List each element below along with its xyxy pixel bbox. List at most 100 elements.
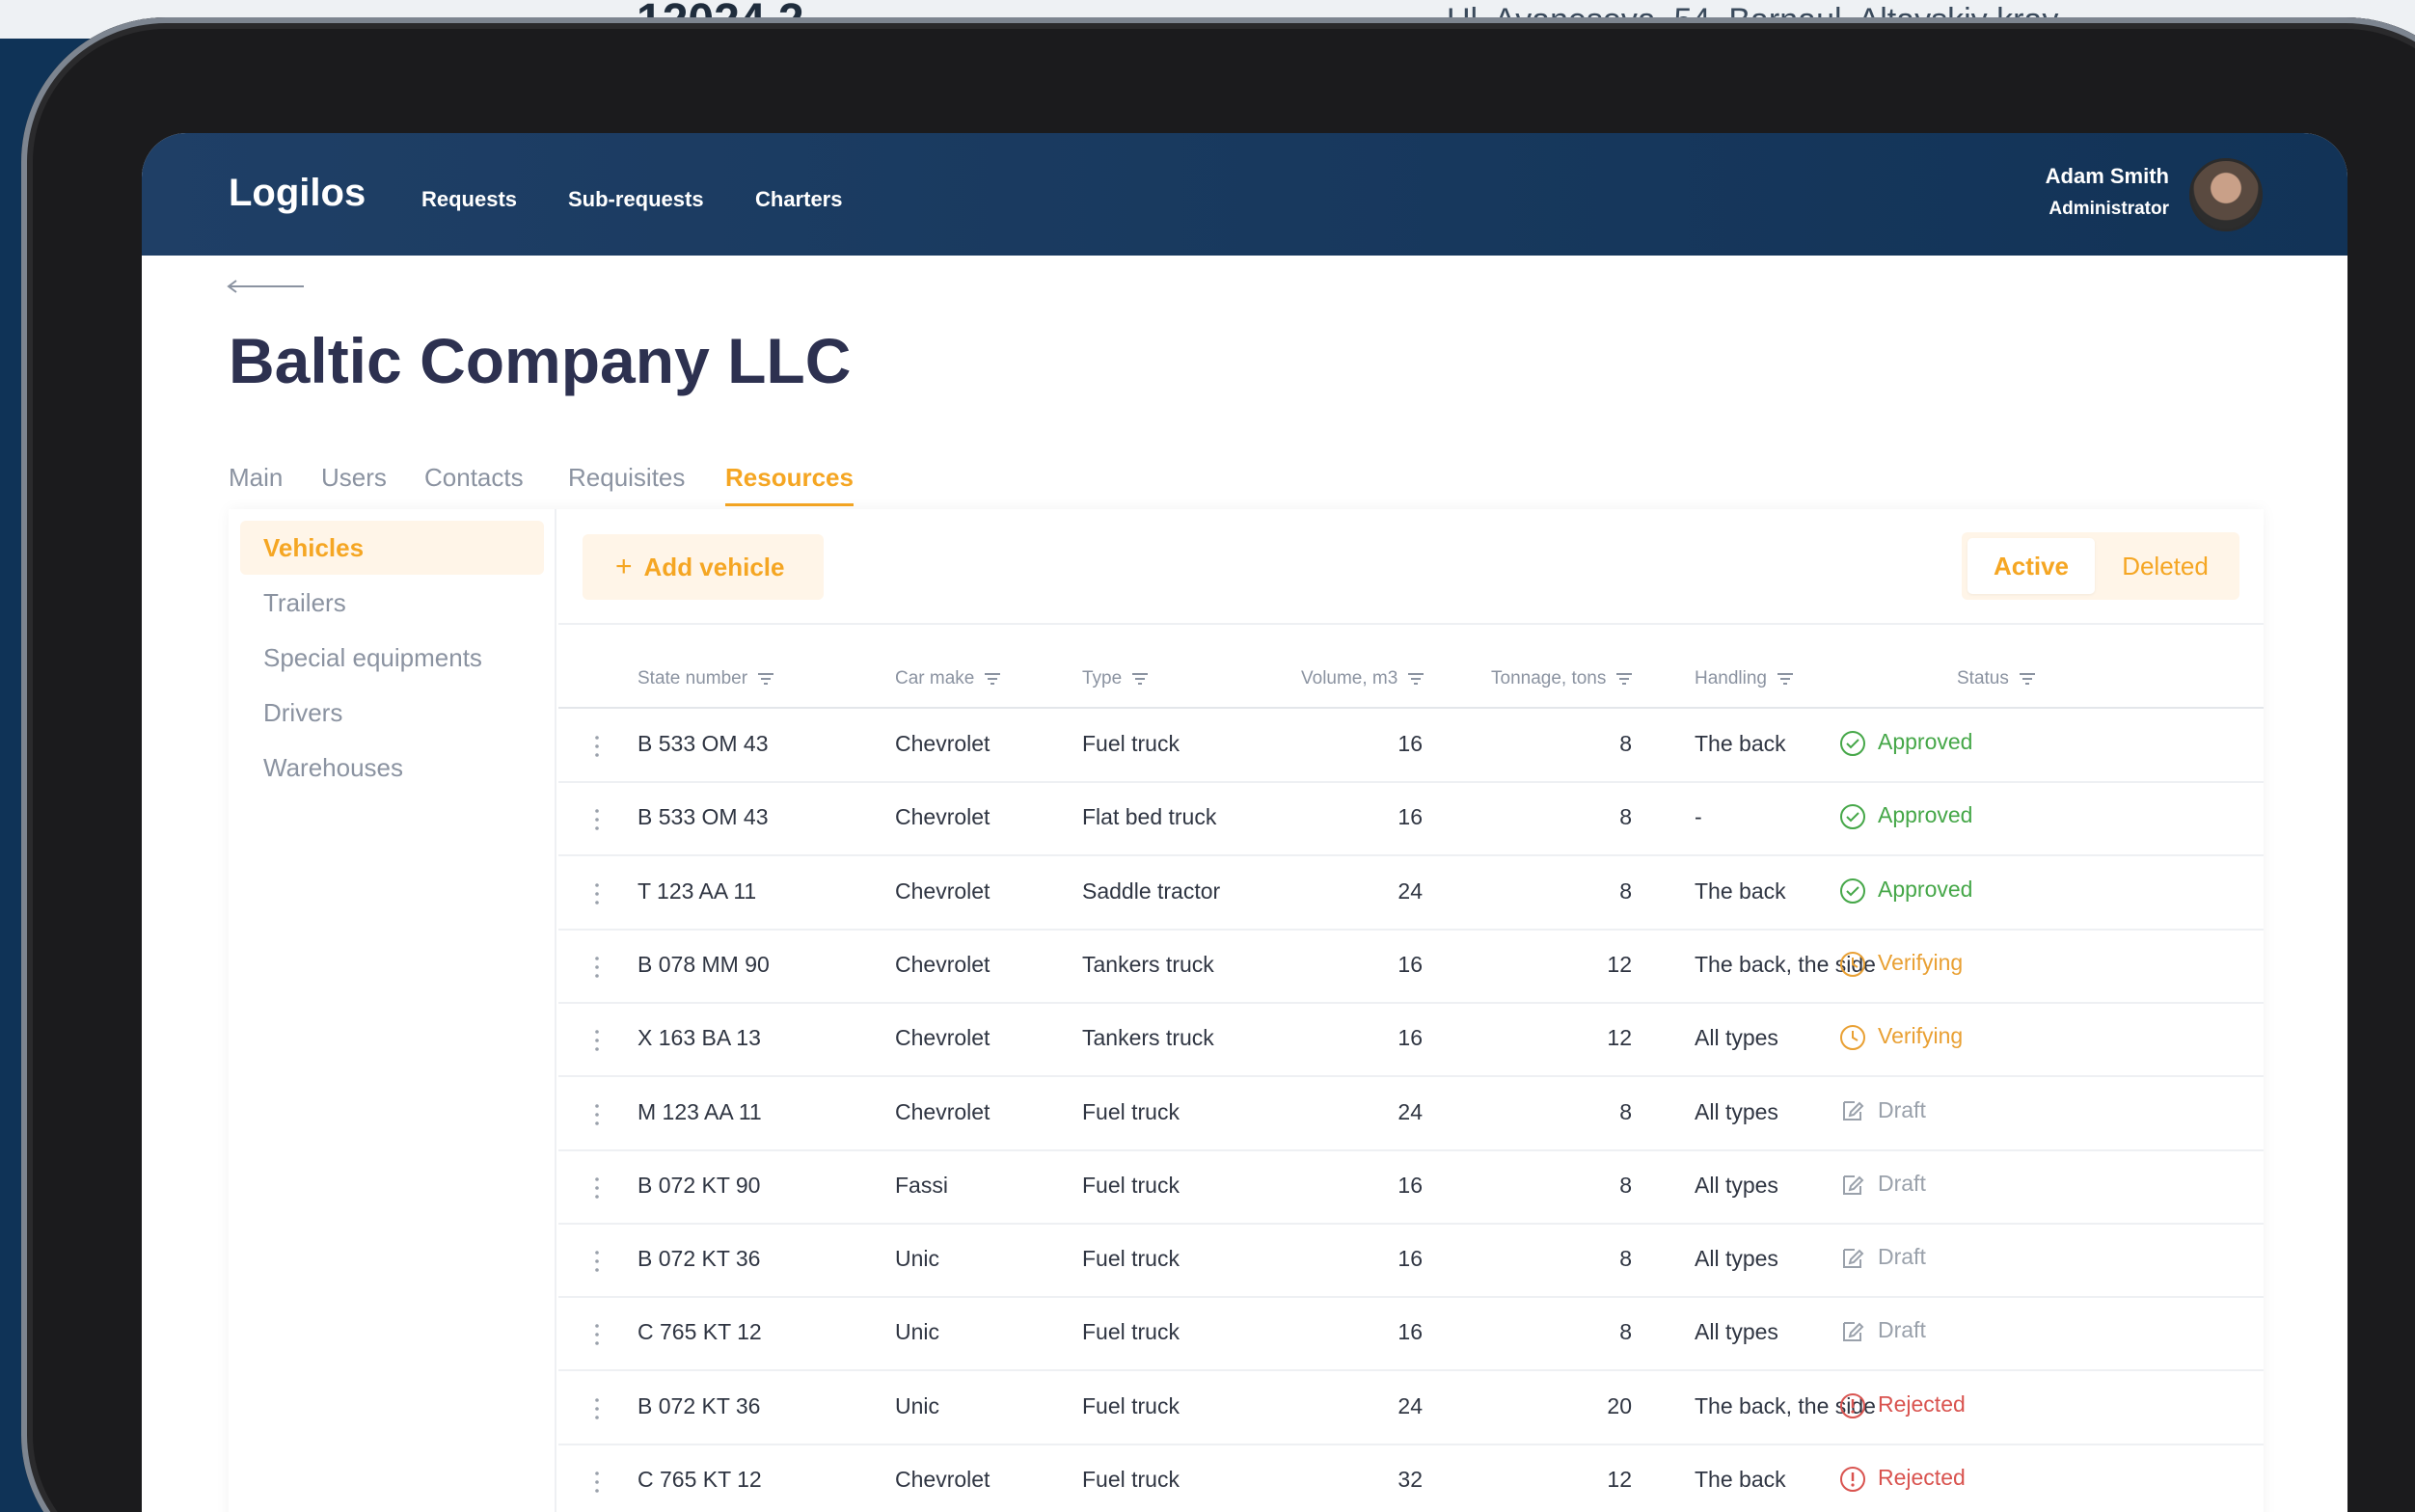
more-options-icon[interactable] [595,1323,599,1346]
user-role: Administrator [2049,199,2169,219]
status-label: Approved [1878,876,1973,902]
nav-charters[interactable]: Charters [755,187,842,212]
nav-requests[interactable]: Requests [421,187,517,212]
status-label: Approved [1878,802,1973,828]
cell-car-make: Chevrolet [895,804,990,830]
app-logo[interactable]: Logilos [229,172,366,215]
cell-tonnage: 8 [1619,878,1632,904]
cell-state-number: B 072 KT 36 [638,1392,761,1418]
table-row[interactable]: B 078 MM 90 Chevrolet Tankers truck 16 12 The… [558,931,2264,1004]
more-options-icon[interactable] [595,882,599,905]
filter-icon[interactable] [757,672,774,685]
active-tab-indicator [725,503,854,506]
cell-car-make: Unic [895,1319,940,1345]
tab-users[interactable]: Users [321,463,387,493]
table-row[interactable]: C 765 KT 12 Chevrolet Fuel truck 32 12 The ba… [558,1445,2264,1512]
more-options-icon[interactable] [595,808,599,831]
filter-icon[interactable] [1131,672,1149,685]
column-header-status[interactable]: Status [1957,668,2036,689]
cell-volume: 16 [1397,1025,1423,1051]
cell-tonnage: 8 [1619,731,1632,756]
table-row[interactable]: M 123 AA 11 Chevrolet Fuel truck 24 8 All typ… [558,1078,2264,1151]
cell-car-make: Chevrolet [895,1098,990,1124]
cell-volume: 16 [1397,951,1423,977]
filter-active-button[interactable]: Active [1967,538,2095,594]
column-header-type[interactable]: Type [1082,668,1149,689]
status-label: Verifying [1878,1023,1964,1049]
sidebar-item-special-equipments[interactable]: Special equipments [240,631,544,685]
cell-volume: 24 [1397,1392,1423,1418]
filter-deleted-button[interactable]: Deleted [2097,538,2234,594]
table-row[interactable]: B 072 KT 36 Unic Fuel truck 24 20 The back, t… [558,1372,2264,1445]
table-row[interactable]: B 072 KT 36 Unic Fuel truck 16 8 All types Dra… [558,1225,2264,1299]
plus-icon: + [615,551,633,582]
user-name[interactable]: Adam Smith [2046,164,2169,189]
cell-type: Fuel truck [1082,731,1180,756]
filter-icon[interactable] [2019,672,2036,685]
check-circle-icon [1840,730,1865,756]
column-label: Handling [1695,668,1767,688]
tab-resources[interactable]: Resources [725,463,854,493]
status-label: Rejected [1878,1465,1966,1490]
status-badge: Draft [1839,1317,1926,1345]
edit-draft-icon [1843,1174,1864,1195]
status-label: Rejected [1878,1390,1966,1417]
add-vehicle-button[interactable]: + Add vehicle [583,534,824,600]
sidebar-item-trailers[interactable]: Trailers [240,576,544,630]
more-options-icon[interactable] [595,1250,599,1273]
filter-icon[interactable] [1777,672,1794,685]
table-row[interactable]: B 072 KT 90 Fassi Fuel truck 16 8 All types Dr… [558,1151,2264,1225]
tab-requisites[interactable]: Requisites [568,463,685,493]
sidebar-item-vehicles[interactable]: Vehicles [240,521,544,575]
nav-sub-requests[interactable]: Sub-requests [568,187,704,212]
sidebar-item-warehouses[interactable]: Warehouses [240,741,544,795]
table-row[interactable]: T 123 AA 11 Chevrolet Saddle tractor 24 8 The… [558,857,2264,931]
active-deleted-toggle: Active Deleted [1962,532,2239,600]
status-badge: Rejected [1839,1465,1966,1493]
table-row[interactable]: X 163 BA 13 Chevrolet Tankers truck 16 12 All… [558,1004,2264,1078]
status-label: Draft [1878,1244,1926,1270]
cell-state-number: B 533 OM 43 [638,804,769,830]
cell-tonnage: 8 [1619,1246,1632,1272]
column-label: Volume, m3 [1301,668,1398,688]
table-toolbar: + Add vehicle Active Deleted [558,509,2264,625]
back-arrow-icon[interactable] [227,280,306,293]
status-label: Draft [1878,1317,1926,1343]
tab-contacts[interactable]: Contacts [424,463,524,493]
filter-icon[interactable] [984,672,1001,685]
cell-handling: The back [1695,878,1786,904]
avatar[interactable] [2189,158,2263,231]
cell-state-number: M 123 AA 11 [638,1098,762,1124]
column-header-volume[interactable]: Volume, m3 [1301,668,1425,689]
table-row[interactable]: C 765 KT 12 Unic Fuel truck 16 8 All types Dra… [558,1298,2264,1372]
more-options-icon[interactable] [595,1176,599,1200]
table-row[interactable]: B 533 OM 43 Chevrolet Fuel truck 16 8 The bac… [558,710,2264,783]
cell-type: Fuel truck [1082,1098,1180,1124]
cell-type: Fuel truck [1082,1392,1180,1418]
cell-tonnage: 12 [1607,1467,1632,1492]
sidebar-item-drivers[interactable]: Drivers [240,686,544,740]
column-header-tonnage[interactable]: Tonnage, tons [1491,668,1633,689]
filter-icon[interactable] [1615,672,1633,685]
cell-tonnage: 12 [1607,1025,1632,1051]
more-options-icon[interactable] [595,1029,599,1052]
column-label: Type [1082,668,1123,688]
cell-type: Fuel truck [1082,1246,1180,1272]
cell-handling: All types [1695,1025,1778,1051]
column-header-car-make[interactable]: Car make [895,668,1001,689]
filter-icon[interactable] [1407,672,1425,685]
column-header-handling[interactable]: Handling [1695,668,1794,689]
top-navigation-bar: Logilos Requests Sub-requests Charters A… [142,133,2347,256]
status-badge: Rejected [1839,1391,1966,1419]
tab-main[interactable]: Main [229,463,283,493]
more-options-icon[interactable] [595,1471,599,1494]
more-options-icon[interactable] [595,956,599,979]
more-options-icon[interactable] [595,1397,599,1420]
column-header-state-number[interactable]: State number [638,668,774,689]
cell-handling: All types [1695,1172,1778,1198]
more-options-icon[interactable] [595,1103,599,1126]
table-row[interactable]: B 533 OM 43 Chevrolet Flat bed truck 16 8 - Ap… [558,783,2264,857]
cell-state-number: B 072 KT 36 [638,1246,761,1272]
more-options-icon[interactable] [595,735,599,758]
column-label: State number [638,668,748,688]
